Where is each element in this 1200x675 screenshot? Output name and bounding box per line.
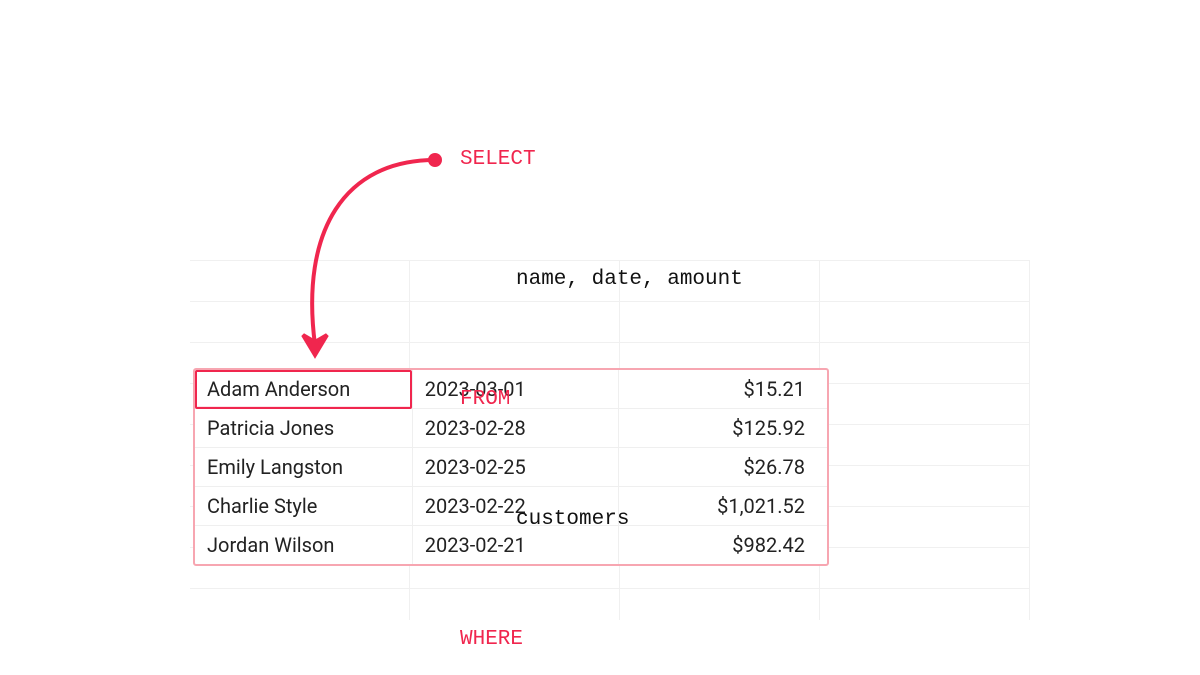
cell-name: Charlie Style xyxy=(195,487,412,526)
cell-name: Patricia Jones xyxy=(195,409,412,448)
keyword-from: FROM xyxy=(460,388,510,411)
keyword-where: WHERE xyxy=(460,628,523,651)
keyword-select: SELECT xyxy=(460,148,536,171)
from-table: customers xyxy=(460,500,629,540)
cell-name: Jordan Wilson xyxy=(195,526,412,565)
diagram-stage: SELECT name, date, amount FROM customers… xyxy=(0,0,1200,675)
cell-name: Adam Anderson xyxy=(195,370,412,409)
sql-query: SELECT name, date, amount FROM customers… xyxy=(460,60,919,675)
select-columns: name, date, amount xyxy=(460,260,743,300)
cell-name: Emily Langston xyxy=(195,448,412,487)
